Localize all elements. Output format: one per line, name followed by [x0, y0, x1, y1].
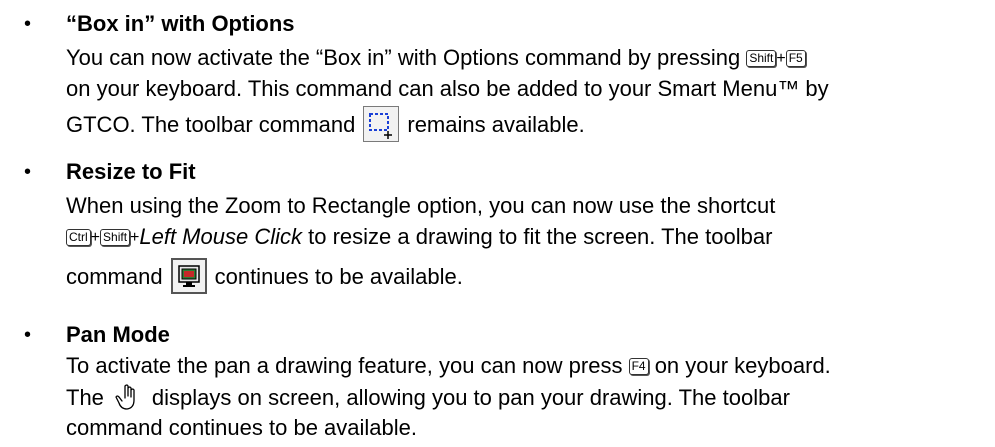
- key-ctrl: Ctrl: [66, 229, 91, 246]
- text-line: You can now activate the “Box in” with O…: [66, 44, 806, 73]
- section-title: Pan Mode: [66, 322, 170, 347]
- section-title: “Box in” with Options: [66, 11, 295, 36]
- box-in-icon: [363, 106, 400, 142]
- bullet: •: [24, 324, 32, 346]
- section-title: Resize to Fit: [66, 159, 196, 184]
- hand-pointer-icon: [114, 383, 142, 411]
- text-line: on your keyboard. This command can also …: [66, 76, 829, 101]
- bullet: •: [24, 13, 32, 35]
- text-line: command continues to be available.: [66, 415, 417, 440]
- key-f5: F5: [785, 50, 806, 67]
- key-shift: Shift: [100, 229, 131, 246]
- text-line: GTCO. The toolbar command remains availa…: [66, 106, 585, 142]
- text-line: When using the Zoom to Rectangle option,…: [66, 193, 776, 218]
- text-line: To activate the pan a drawing feature, y…: [66, 353, 831, 378]
- key-shift: Shift: [746, 50, 777, 67]
- document: • “Box in” with Options You can now acti…: [0, 0, 995, 447]
- text-line: The displays on screen, allowing you to …: [66, 383, 790, 411]
- text-line: Ctrl + Shift +Left Mouse Click to resize a …: [66, 223, 772, 252]
- monitor-fit-icon: [170, 258, 207, 294]
- text-line: command continues to be available.: [66, 258, 463, 294]
- bullet: •: [24, 161, 32, 183]
- key-f4: F4: [628, 358, 649, 375]
